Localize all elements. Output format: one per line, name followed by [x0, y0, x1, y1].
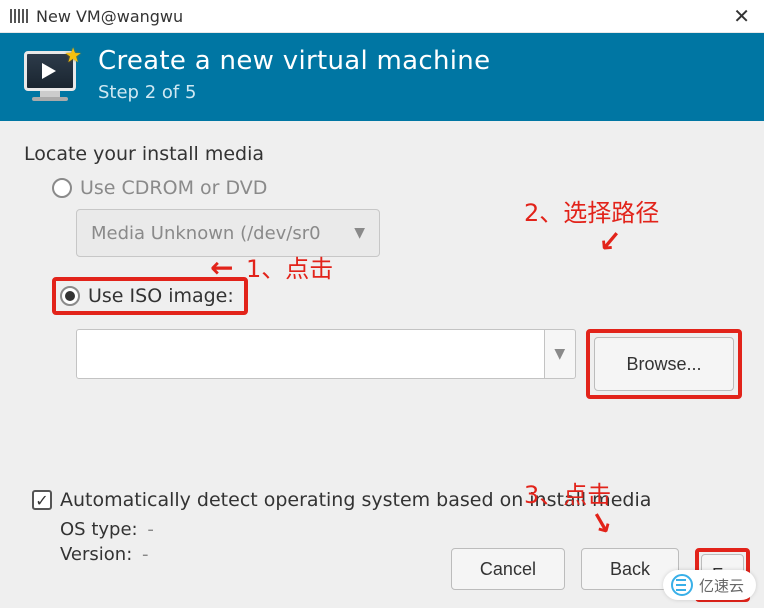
- annotation-click3: 3、点击: [524, 475, 611, 510]
- cdrom-media-dropdown: Media Unknown (/dev/sr0 ▼: [76, 209, 380, 257]
- os-type-label: OS type:: [60, 519, 138, 540]
- version-value: -: [142, 544, 149, 565]
- iso-dropdown-button[interactable]: ▼: [545, 329, 576, 379]
- watermark-text: 亿速云: [699, 575, 744, 596]
- radio-iso[interactable]: [60, 286, 80, 306]
- browse-button[interactable]: Browse...: [594, 337, 734, 391]
- radio-iso-label: Use ISO image:: [88, 285, 234, 307]
- radio-cdrom-label: Use CDROM or DVD: [80, 177, 267, 199]
- chevron-down-icon: ▼: [354, 225, 365, 241]
- iso-path-input[interactable]: [76, 329, 545, 379]
- cdrom-media-value: Media Unknown (/dev/sr0: [91, 223, 321, 244]
- autodetect-checkbox[interactable]: [32, 490, 52, 510]
- browse-highlight: Browse...: [586, 329, 742, 399]
- titlebar: New VM@wangwu ✕: [0, 0, 764, 33]
- window-title: New VM@wangwu: [36, 7, 183, 26]
- wizard-content: Locate your install media Use CDROM or D…: [0, 121, 764, 608]
- app-icon: [10, 9, 28, 23]
- arrow-left-icon: ←: [210, 251, 233, 284]
- annotation-click1: 1、点击: [246, 249, 333, 284]
- watermark-icon: [671, 574, 693, 596]
- wizard-title: Create a new virtual machine: [98, 46, 490, 76]
- os-type-value: -: [147, 519, 154, 540]
- chevron-down-icon: ▼: [554, 346, 565, 362]
- version-label: Version:: [60, 544, 132, 565]
- cancel-button[interactable]: Cancel: [451, 548, 565, 590]
- section-title: Locate your install media: [24, 143, 742, 165]
- close-icon[interactable]: ✕: [729, 4, 754, 28]
- wizard-step: Step 2 of 5: [98, 82, 490, 103]
- vm-monitor-icon: ★: [20, 45, 80, 103]
- wizard-header: ★ Create a new virtual machine Step 2 of…: [0, 33, 764, 121]
- radio-cdrom[interactable]: [52, 178, 72, 198]
- annotation-path2: 2、选择路径: [524, 193, 659, 228]
- watermark: 亿速云: [663, 570, 756, 600]
